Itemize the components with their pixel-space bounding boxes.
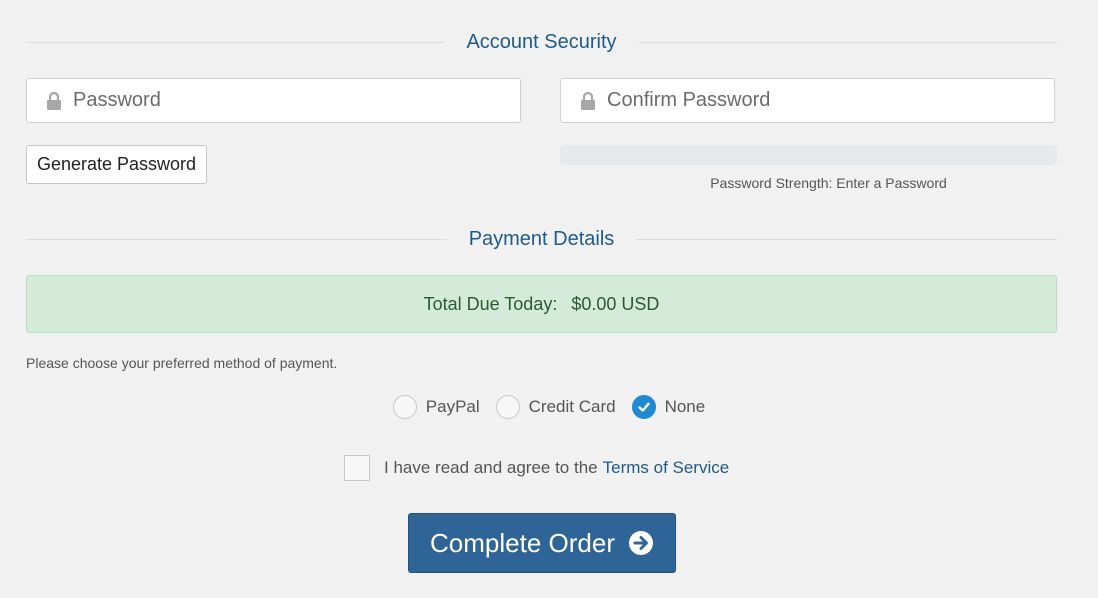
section-title: Account Security: [466, 30, 617, 53]
payment-method-radio[interactable]: [495, 395, 520, 419]
terms-checkbox[interactable]: [344, 455, 370, 481]
section-title: Payment Details: [468, 227, 615, 250]
lock-icon: [47, 91, 61, 110]
payment-method-radio[interactable]: [631, 395, 656, 419]
divider-line: [636, 238, 1057, 240]
confirm-password-field[interactable]: [560, 78, 1055, 123]
account-security-heading: Account Security: [26, 30, 1058, 54]
generate-password-button[interactable]: Generate Password: [26, 145, 207, 184]
total-due-amount: $0.00 USD: [571, 293, 660, 314]
payment-method-option[interactable]: None: [631, 395, 706, 419]
total-due-box: Total Due Today: $0.00 USD: [26, 275, 1057, 333]
lock-icon: [581, 91, 595, 110]
confirm-password-input[interactable]: [607, 89, 1027, 112]
password-strength-text: Password Strength: Enter a Password: [710, 175, 947, 191]
payment-method-radio[interactable]: [392, 395, 417, 419]
password-field[interactable]: [26, 78, 521, 123]
payment-method-label: Credit Card: [528, 397, 616, 416]
payment-method-label: None: [664, 397, 706, 416]
payment-method-group: PayPal Credit Card None: [0, 395, 1098, 419]
total-due-label: Total Due Today:: [423, 293, 558, 314]
password-input[interactable]: [73, 89, 493, 112]
complete-order-label: Complete Order: [430, 527, 615, 558]
divider-line: [26, 238, 447, 240]
checkmark-icon: [637, 402, 650, 412]
complete-order-button[interactable]: Complete Order: [408, 513, 676, 573]
terms-of-service-link[interactable]: Terms of Service: [603, 458, 730, 478]
payment-method-option[interactable]: Credit Card: [495, 395, 616, 419]
divider-line: [638, 41, 1058, 43]
payment-method-prompt: Please choose your preferred method of p…: [26, 355, 338, 371]
arrow-circle-right-icon: [628, 531, 653, 555]
password-strength-bar: [560, 145, 1057, 165]
terms-agreement: I have read and agree to the Terms of Se…: [344, 455, 729, 481]
terms-agreement-text: I have read and agree to the: [384, 458, 598, 477]
payment-method-label: PayPal: [425, 397, 480, 416]
divider-line: [26, 41, 445, 43]
payment-method-option[interactable]: PayPal: [392, 395, 480, 419]
payment-details-heading: Payment Details: [26, 227, 1057, 251]
